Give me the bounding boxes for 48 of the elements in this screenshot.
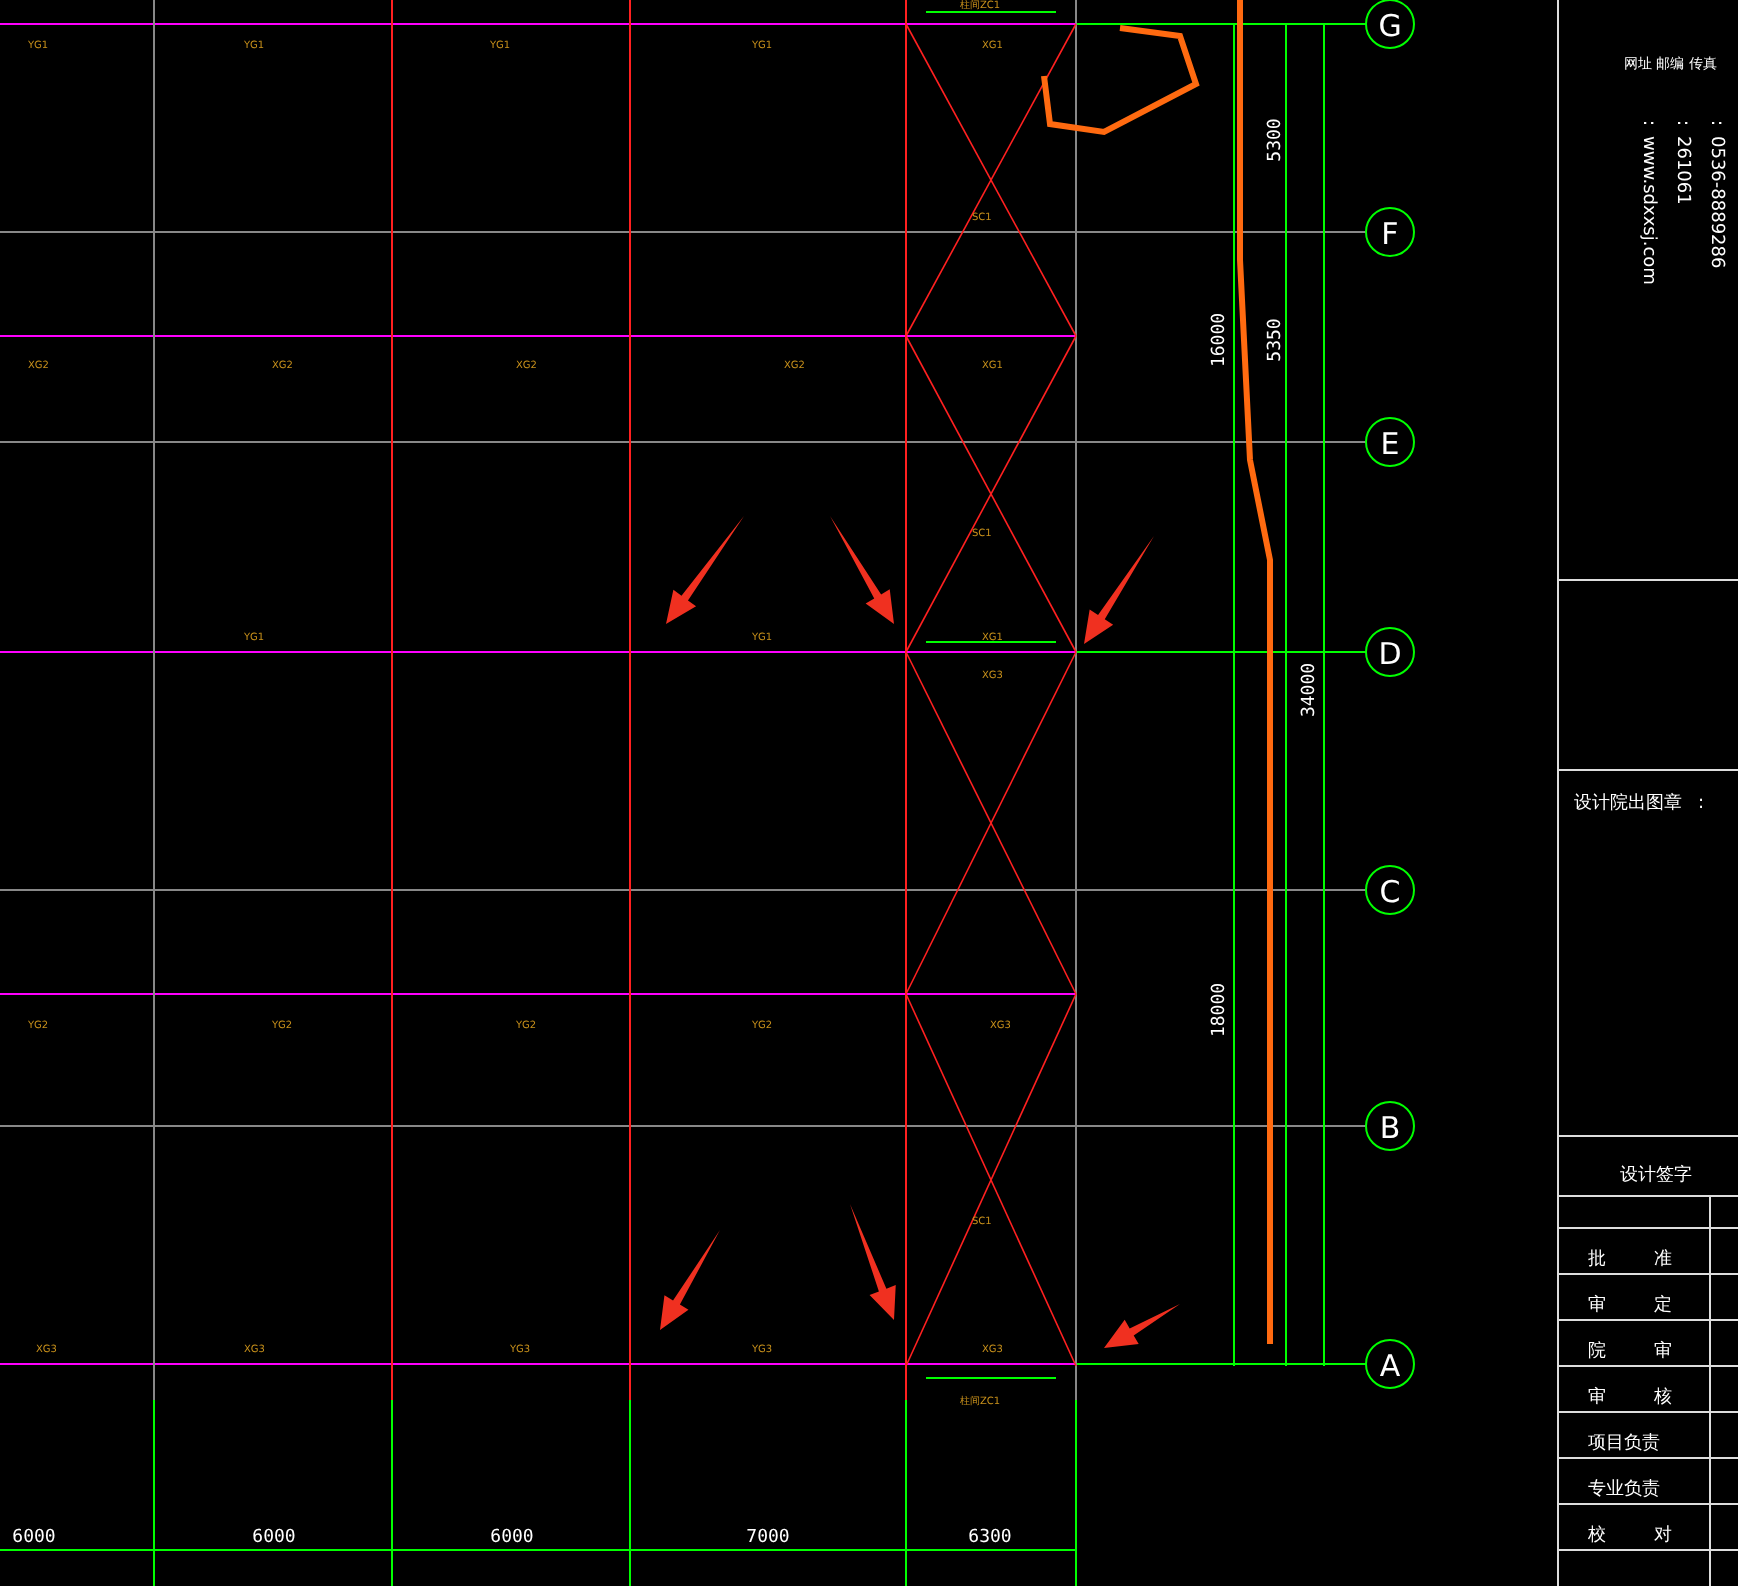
stamp-label: 设计院出图章 — [1574, 794, 1682, 814]
signature-role: 审 — [1654, 1342, 1672, 1362]
signature-role: 批 — [1588, 1250, 1606, 1270]
dimension-text: 6000 — [12, 1528, 56, 1548]
signature-role: 准 — [1654, 1250, 1672, 1270]
contact-value: 0536-8889286 — [1706, 136, 1726, 269]
signature-role: 对 — [1654, 1526, 1672, 1546]
axis-label: C — [1379, 874, 1401, 910]
axis-label: B — [1379, 1110, 1401, 1146]
contact-value: 261061 — [1672, 136, 1692, 205]
dimension-text: 6000 — [252, 1528, 296, 1548]
contact-colon: : — [1706, 120, 1726, 127]
axis-label: G — [1378, 8, 1402, 44]
signature-role: 核 — [1654, 1388, 1672, 1408]
annotation-arrow — [850, 1204, 896, 1320]
dimension-text: 16000 — [1210, 312, 1230, 368]
annotation-arrow — [1084, 536, 1154, 644]
signature-role: 校 — [1588, 1526, 1606, 1546]
contact-colon: : — [1638, 120, 1658, 127]
axis-label: D — [1378, 636, 1402, 672]
signature-role: 定 — [1654, 1296, 1672, 1316]
dimension-text: 6000 — [490, 1528, 534, 1548]
annotation-arrow — [660, 1230, 720, 1330]
signature-role: 院 — [1588, 1342, 1606, 1362]
dimension-text: 7000 — [746, 1528, 790, 1548]
annotation-arrow — [1104, 1304, 1180, 1348]
signature-role: 审 — [1588, 1296, 1606, 1316]
dimension-text: 6300 — [968, 1528, 1012, 1548]
axis-label: E — [1380, 426, 1400, 462]
axis-bubble — [1365, 1101, 1415, 1151]
dimension-text: 18000 — [1210, 982, 1230, 1038]
axis-bubble — [1365, 865, 1415, 915]
axis-label: A — [1379, 1348, 1401, 1384]
signature-role: 专业负责 — [1588, 1480, 1660, 1500]
axis-bubble — [1365, 207, 1415, 257]
dimension-text: 34000 — [1300, 662, 1320, 718]
stamp-colon: : — [1698, 794, 1705, 814]
contact-colon: : — [1672, 120, 1692, 127]
signature-title: 设计签字 — [1620, 1166, 1692, 1186]
annotation-arrow — [830, 516, 894, 624]
annotation-arrow — [666, 516, 744, 624]
axis-bubble — [1365, 417, 1415, 467]
signature-role: 项目负责 — [1588, 1434, 1660, 1454]
dimension-text: 5300 — [1266, 118, 1286, 162]
signature-role: 审 — [1588, 1388, 1606, 1408]
dimension-text: 5350 — [1266, 318, 1286, 362]
axis-label: F — [1381, 216, 1399, 252]
contact-value: www.sdxxsj.com — [1638, 136, 1658, 285]
